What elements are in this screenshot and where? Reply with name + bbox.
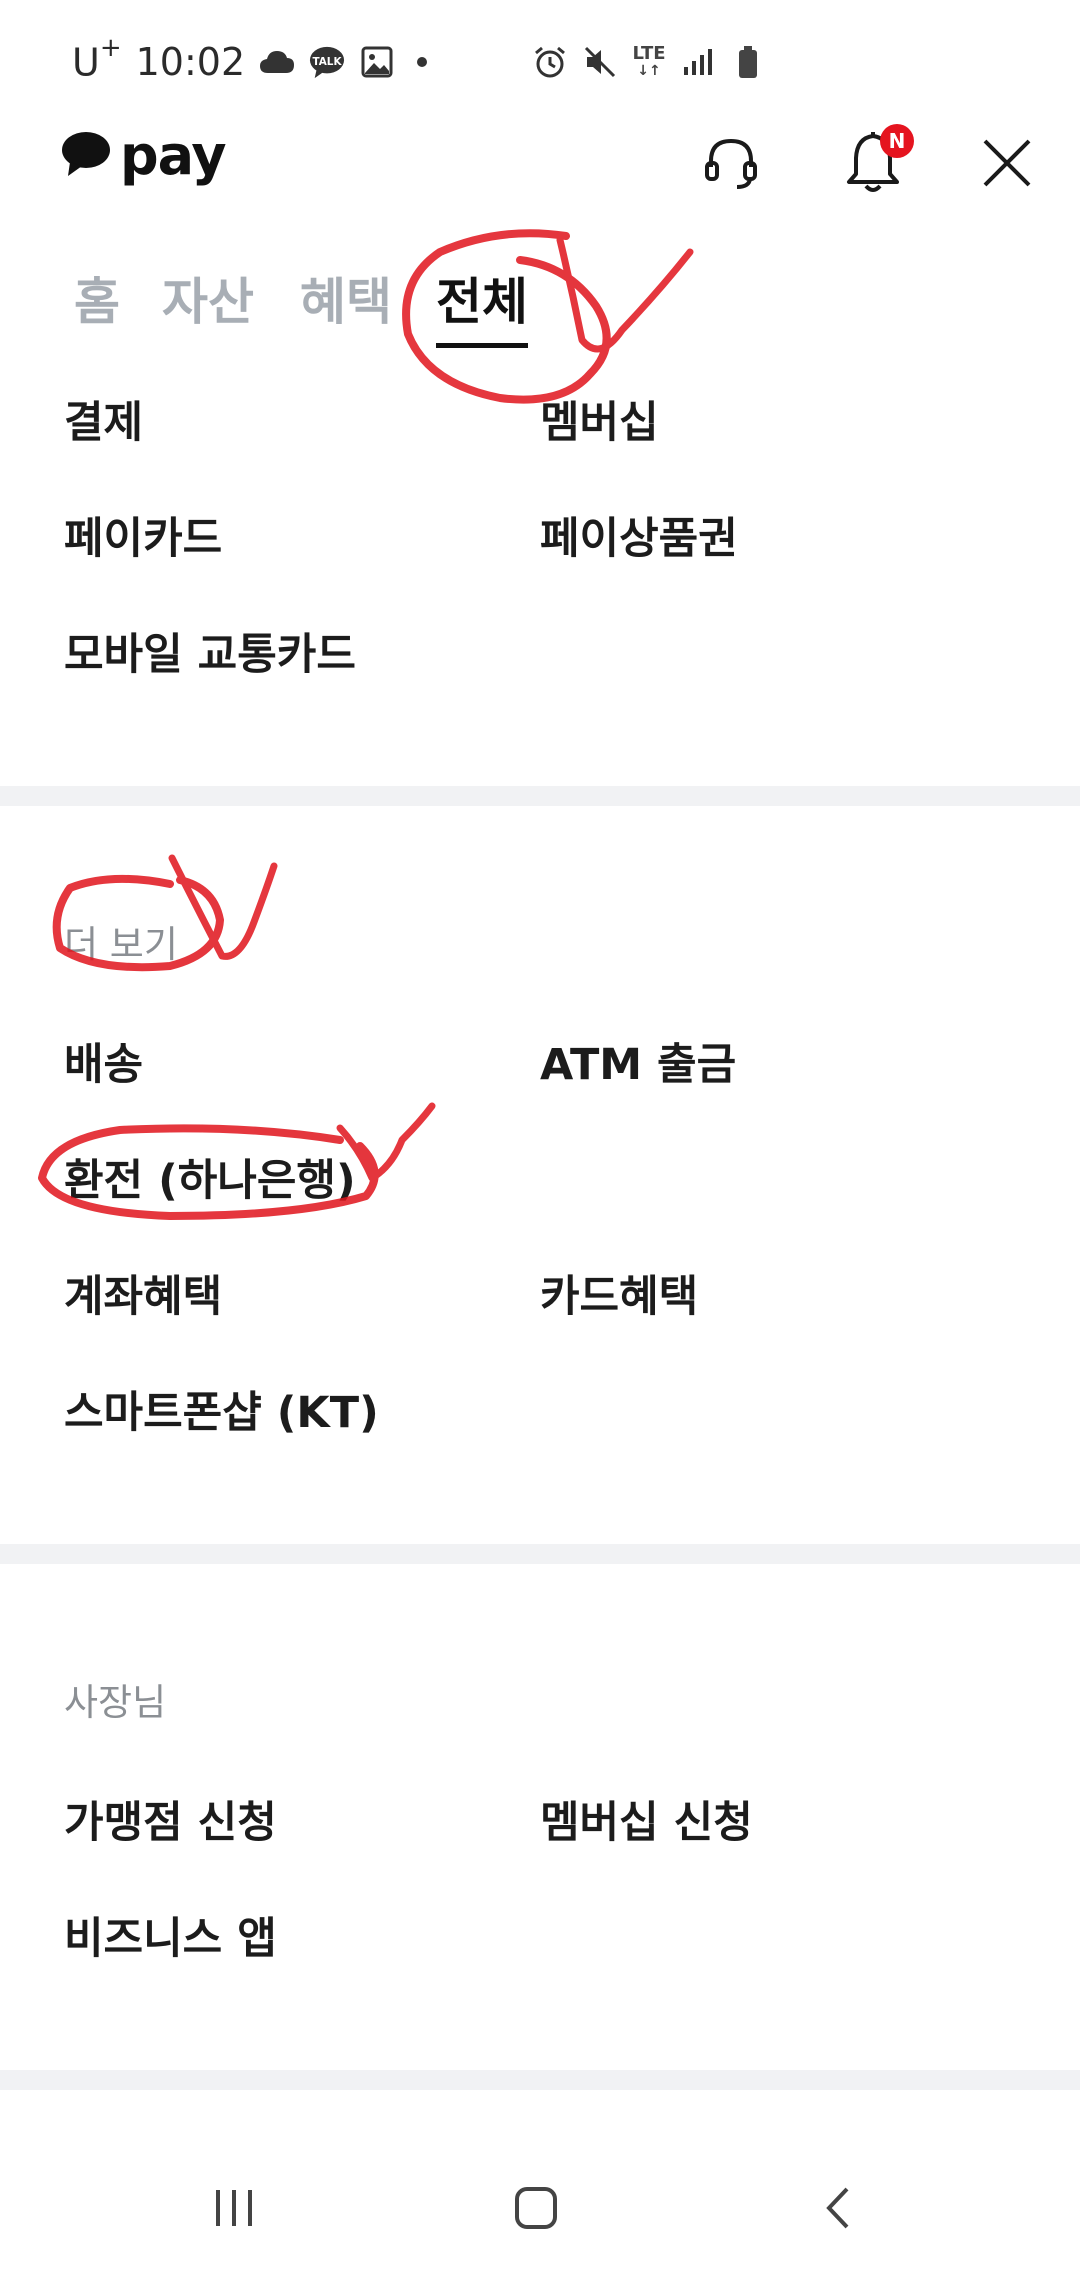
annotation-check-all-tab <box>556 236 694 353</box>
tab-all[interactable]: 전체 <box>436 262 528 348</box>
signal-icon <box>680 44 716 80</box>
menu-item-paycard[interactable]: 페이카드 <box>64 504 222 566</box>
notification-badge: N <box>880 124 914 158</box>
menu-item-membership-apply[interactable]: 멤버십 신청 <box>540 1788 753 1850</box>
home-button[interactable] <box>486 2160 586 2260</box>
back-icon <box>823 2186 853 2234</box>
section-divider <box>0 2070 1080 2090</box>
menu-item-merchant-apply[interactable]: 가맹점 신청 <box>64 1788 277 1850</box>
gallery-icon <box>359 44 395 80</box>
section-divider <box>0 786 1080 806</box>
menu-item-card-benefits[interactable]: 카드혜택 <box>540 1262 698 1324</box>
menu-item-pay-giftcard[interactable]: 페이상품권 <box>540 504 738 566</box>
menu-item-membership[interactable]: 멤버십 <box>540 388 659 450</box>
recents-button[interactable] <box>184 2160 284 2260</box>
alarm-icon <box>532 44 568 80</box>
mute-icon <box>582 44 618 80</box>
menu-item-payment[interactable]: 결제 <box>64 388 143 450</box>
section-divider <box>0 1544 1080 1564</box>
annotation-check-more <box>168 854 278 960</box>
system-nav-bar <box>0 2110 1080 2280</box>
menu-item-mobile-transit-card[interactable]: 모바일 교통카드 <box>64 620 356 682</box>
home-icon <box>514 2186 558 2234</box>
tab-benefits[interactable]: 혜택 <box>300 262 392 334</box>
menu-item-atm-withdrawal[interactable]: ATM 출금 <box>540 1030 736 1092</box>
speech-bubble-icon <box>60 130 112 182</box>
customer-support-button[interactable] <box>686 120 776 210</box>
tab-home[interactable]: 홈 <box>74 262 120 334</box>
section-label-business: 사장님 <box>64 1681 167 1724</box>
close-icon <box>981 137 1033 193</box>
kakaopay-logo: pay <box>60 124 227 187</box>
cloud-icon <box>259 44 295 80</box>
status-time: 10:02 <box>135 40 246 84</box>
menu-item-business-app[interactable]: 비즈니스 앱 <box>64 1904 277 1966</box>
menu-item-currency-exchange[interactable]: 환전 (하나은행) <box>64 1146 356 1208</box>
tab-all-label: 전체 <box>436 273 528 331</box>
section-label-more: 더 보기 <box>64 923 178 966</box>
back-button[interactable] <box>788 2160 888 2260</box>
battery-icon <box>730 44 766 80</box>
logo-text: pay <box>120 124 227 187</box>
menu-item-delivery[interactable]: 배송 <box>64 1030 143 1092</box>
status-bar: U+ 10:02 TALK LTE ↓↑ <box>0 0 1080 120</box>
app-header: pay N <box>0 110 1080 220</box>
active-tab-indicator <box>436 343 528 348</box>
tab-assets[interactable]: 자산 <box>162 262 254 334</box>
svg-text:TALK: TALK <box>313 56 343 68</box>
close-button[interactable] <box>962 120 1052 210</box>
menu-item-account-benefits[interactable]: 계좌혜택 <box>64 1262 222 1324</box>
headset-icon <box>701 133 761 197</box>
talk-icon: TALK <box>309 44 345 80</box>
more-notifications-dot <box>417 57 428 67</box>
network-type: LTE ↓↑ <box>632 42 666 79</box>
carrier-label: U+ <box>72 33 122 85</box>
notifications-button[interactable]: N <box>828 120 918 210</box>
recents-icon <box>212 2188 256 2232</box>
menu-item-smartphone-shop[interactable]: 스마트폰샵 (KT) <box>64 1378 379 1440</box>
